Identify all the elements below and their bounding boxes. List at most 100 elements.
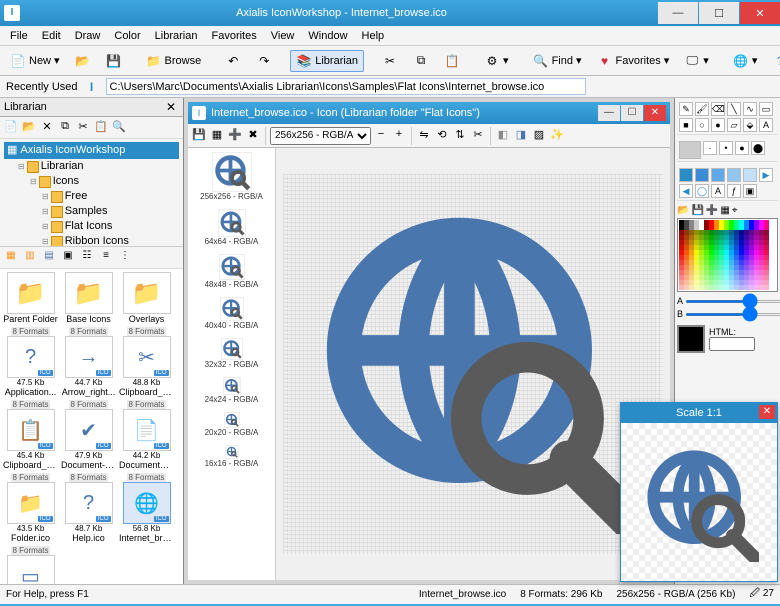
file-thumb[interactable]: 8 Formats?ICO47.5 KbApplication...	[3, 327, 58, 397]
menu-edit[interactable]: Edit	[36, 28, 67, 44]
ed-fx-icon[interactable]: ✨	[549, 128, 565, 144]
menu-color[interactable]: Color	[108, 28, 146, 44]
web-button[interactable]: 🌐▾	[727, 50, 764, 72]
format-item[interactable]: 48x48 - RGB/A	[188, 254, 275, 289]
librarian-tree[interactable]: ▦Axialis IconWorkshop ⊟ Librarian⊟ Icons…	[0, 139, 183, 247]
tool-text-icon[interactable]: A	[759, 118, 773, 132]
folder-thumb[interactable]: 📁Base Icons	[61, 272, 116, 324]
format-item[interactable]: 16x16 - RGB/A	[188, 445, 275, 468]
html-color-input[interactable]	[709, 337, 755, 351]
preset1-icon[interactable]	[679, 168, 693, 182]
pal-add-icon[interactable]: ➕	[706, 205, 718, 216]
pal-grid-icon[interactable]: ▦	[720, 205, 729, 216]
file-thumb[interactable]: 8 Formats🌐ICO56.8 KbInternet_bro...	[119, 473, 174, 543]
ed-remove-icon[interactable]: ✖	[245, 128, 261, 144]
view1-icon[interactable]: ▦	[2, 250, 20, 266]
size2-icon[interactable]: •	[719, 141, 733, 155]
mode-rev-icon[interactable]: ◀	[679, 184, 693, 198]
pal-pick-icon[interactable]: ⌖	[732, 205, 738, 216]
size4-icon[interactable]: ⬤	[751, 141, 765, 155]
zoom-out-icon[interactable]: −	[373, 128, 389, 144]
ed-mirror-icon[interactable]: ⇅	[452, 128, 468, 144]
ed-color1-icon[interactable]: ◧	[495, 128, 511, 144]
mode-sel-icon[interactable]: ▣	[743, 184, 757, 198]
file-thumb[interactable]: 8 Formats?ICO48.7 KbHelp.ico	[61, 473, 116, 543]
ed-save-icon[interactable]: 💾	[191, 128, 207, 144]
librarian-button[interactable]: 📚Librarian	[290, 50, 364, 72]
menu-favorites[interactable]: Favorites	[205, 28, 262, 44]
pal-open-icon[interactable]: 📂	[677, 205, 689, 216]
tool-eraser-icon[interactable]: ⌫	[711, 102, 725, 116]
display-button[interactable]: 🖵▾	[678, 50, 715, 72]
ed-crop-icon[interactable]: ✂	[470, 128, 486, 144]
bright-slider[interactable]	[685, 313, 780, 316]
gear-button[interactable]: ⚙▾	[478, 50, 515, 72]
copy-button[interactable]: ⧉	[407, 50, 435, 72]
paste-button[interactable]: 📋	[438, 50, 466, 72]
lib-new-icon[interactable]: 📄	[3, 120, 19, 136]
lib-paste-icon[interactable]: 📋	[93, 120, 109, 136]
undo-button[interactable]: ↶	[219, 50, 247, 72]
preset2-icon[interactable]	[695, 168, 709, 182]
ed-add-icon[interactable]: ➕	[227, 128, 243, 144]
view4-icon[interactable]: ▣	[59, 250, 77, 266]
color-palette[interactable]	[677, 218, 778, 292]
tool-poly-icon[interactable]: ▱	[727, 118, 741, 132]
find-button[interactable]: 🔍Find▾	[527, 50, 588, 72]
preset4-icon[interactable]	[727, 168, 741, 182]
brush-size-box[interactable]	[679, 141, 701, 159]
format-item[interactable]: 32x32 - RGB/A	[188, 338, 275, 369]
ed-color3-icon[interactable]: ▨	[531, 128, 547, 144]
lib-search-icon[interactable]: 🔍	[111, 120, 127, 136]
new-button[interactable]: 📄New▾	[4, 50, 66, 72]
menu-draw[interactable]: Draw	[69, 28, 107, 44]
ed-grid-icon[interactable]: ▦	[209, 128, 225, 144]
cut-button[interactable]: ✂	[376, 50, 404, 72]
recent-path-input[interactable]	[106, 78, 586, 95]
file-thumb[interactable]: 8 Formats📋ICO45.4 KbClipboard_p...	[3, 400, 58, 470]
folder-thumb[interactable]: 📁Parent Folder	[3, 272, 58, 324]
view5-icon[interactable]: ☷	[78, 250, 96, 266]
format-item[interactable]: 40x40 - RGB/A	[188, 297, 275, 330]
lib-cut-icon[interactable]: ✂	[75, 120, 91, 136]
mode-circle-icon[interactable]: ◯	[695, 184, 709, 198]
tree-node[interactable]: ⊟ Ribbon Icons	[4, 234, 179, 247]
browse-button[interactable]: 📁Browse	[140, 50, 208, 72]
lib-copy-icon[interactable]: ⧉	[57, 120, 73, 136]
lib-del-icon[interactable]: ✕	[39, 120, 55, 136]
window-close-button[interactable]: ✕	[740, 2, 780, 24]
redo-button[interactable]: ↷	[250, 50, 278, 72]
menu-window[interactable]: Window	[302, 28, 353, 44]
pal-save-icon[interactable]: 💾	[691, 205, 703, 216]
size1-icon[interactable]: ·	[703, 141, 717, 155]
ed-flip-icon[interactable]: ⇋	[416, 128, 432, 144]
scale-close-button[interactable]: ✕	[759, 405, 775, 419]
format-item[interactable]: 20x20 - RGB/A	[188, 412, 275, 437]
mode-a-icon[interactable]: A	[711, 184, 725, 198]
librarian-close-button[interactable]: ✕	[163, 100, 179, 114]
alpha-slider[interactable]	[685, 300, 780, 303]
format-list[interactable]: 256x256 - RGB/A64x64 - RGB/A48x48 - RGB/…	[188, 148, 276, 580]
format-item[interactable]: 64x64 - RGB/A	[188, 209, 275, 246]
menu-view[interactable]: View	[265, 28, 301, 44]
tool-line-icon[interactable]: ╲	[727, 102, 741, 116]
tree-node[interactable]: ⊟ Samples	[4, 204, 179, 219]
fg-color-box[interactable]	[677, 325, 705, 353]
help-button[interactable]: ?▾	[766, 50, 780, 72]
view2-icon[interactable]: ▥	[21, 250, 39, 266]
lib-open-icon[interactable]: 📂	[21, 120, 37, 136]
mode-f-icon[interactable]: ƒ	[727, 184, 741, 198]
menu-file[interactable]: File	[4, 28, 34, 44]
format-item[interactable]: 24x24 - RGB/A	[188, 377, 275, 404]
window-minimize-button[interactable]: —	[658, 2, 698, 24]
tool-pencil-icon[interactable]: ✎	[679, 102, 693, 116]
ed-rotate-icon[interactable]: ⟲	[434, 128, 450, 144]
tree-node[interactable]: ⊟ Flat Icons	[4, 219, 179, 234]
doc-close-button[interactable]: ✕	[644, 105, 666, 121]
menu-librarian[interactable]: Librarian	[149, 28, 204, 44]
doc-minimize-button[interactable]: —	[598, 105, 620, 121]
file-thumb[interactable]: 8 Formats→ICO44.7 KbArrow_right...	[61, 327, 116, 397]
tool-frect-icon[interactable]: ■	[679, 118, 693, 132]
canvas[interactable]	[276, 148, 670, 580]
tree-node[interactable]: ⊟ Icons	[4, 174, 179, 189]
